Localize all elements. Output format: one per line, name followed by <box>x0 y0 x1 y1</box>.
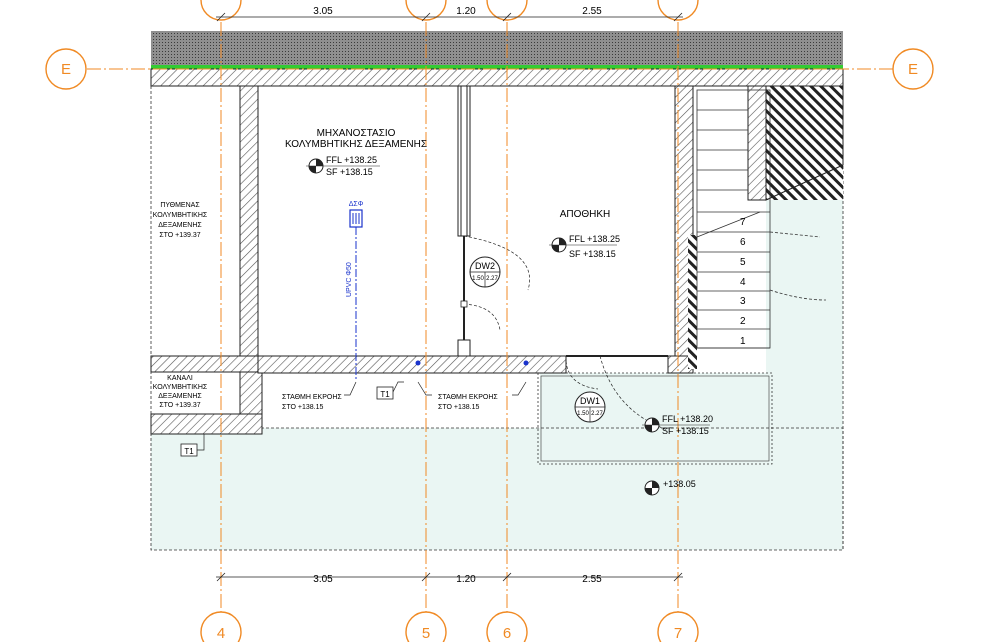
floor-plan: 1 2 3 4 5 6 7 E E 4 5 6 7 3.05 1.20 2.55… <box>45 0 934 642</box>
storage-ffl: FFL +138.25 <box>569 234 620 244</box>
machine-room-label-2: ΚΟΛΥΜΒΗΤΙΚΗΣ ΔΕΞΑΜΕΝΗΣ <box>285 139 427 150</box>
dim-bottom-3: 2.55 <box>582 574 602 585</box>
drain-pipe <box>349 209 529 380</box>
pool-bottom-label-2: ΚΟΛΥΜΒΗΤΙΚΗΣ <box>153 212 208 219</box>
dsf-label: ΔΣΦ <box>349 201 364 208</box>
dw1-sf: SF +138.15 <box>662 426 709 436</box>
stair-step-1: 1 <box>740 336 746 347</box>
dim-top-2: 1.20 <box>456 6 476 17</box>
pool-bottom-label-4: ΣΤΟ +139.37 <box>159 232 200 239</box>
storage-sf: SF +138.15 <box>569 249 616 259</box>
channel-label-3: ΔΕΞΑΜΕΝΗΣ <box>158 393 202 400</box>
level-marker-ground <box>644 480 660 496</box>
stair-step-5: 5 <box>740 257 746 268</box>
machine-room-label-1: ΜΗΧΑΝΟΣΤΑΣΙΟ <box>317 128 396 139</box>
pipe-label: UPVC Φ50 <box>346 262 353 297</box>
dw1-width: 1.50 <box>577 411 589 417</box>
dim-top-1: 3.05 <box>313 6 333 17</box>
axis-5: 5 <box>422 625 430 642</box>
axis-7: 7 <box>674 625 682 642</box>
machine-sf: SF +138.15 <box>326 167 373 177</box>
channel-label-4: ΣΤΟ +139.37 <box>159 402 200 409</box>
dw1-height: 2.27 <box>591 411 603 417</box>
retaining-wall <box>150 31 844 87</box>
stair-step-7: 7 <box>740 217 746 228</box>
dw1-ffl: FFL +138.20 <box>662 414 713 424</box>
stair-step-3: 3 <box>740 296 746 307</box>
axis-4: 4 <box>217 625 225 642</box>
machine-ffl: FFL +138.25 <box>326 155 377 165</box>
ground-level: +138.05 <box>663 479 696 489</box>
door-dw2 <box>460 235 530 340</box>
storage-label: ΑΠΟΘΗΚΗ <box>560 209 611 220</box>
dim-bottom-1: 3.05 <box>313 574 333 585</box>
dw2-width: 1.50 <box>472 276 484 282</box>
channel-label-1: ΚΑΝΑΛΙ <box>167 375 193 382</box>
stair-numbers: 1 2 3 4 5 6 7 <box>740 217 746 347</box>
outlet-2-label-2: ΣΤΟ +138.15 <box>438 404 479 411</box>
dw1-tag-text: DW1 <box>580 396 600 406</box>
pool-bottom-label-3: ΔΕΞΑΜΕΝΗΣ <box>158 222 202 229</box>
outlet-1-label-1: ΣΤΑΘΜΗ ΕΚΡΟΗΣ <box>282 394 342 401</box>
axis-e-left: E <box>61 61 71 78</box>
pool-bottom-label-1: ΠΥΘΜΕΝΑΣ <box>160 202 200 209</box>
dim-bottom-2: 1.20 <box>456 574 476 585</box>
channel-label-2: ΚΟΛΥΜΒΗΤΙΚΗΣ <box>153 384 208 391</box>
dw2-height: 2.27 <box>486 276 498 282</box>
axis-6: 6 <box>503 625 511 642</box>
stair-step-6: 6 <box>740 237 746 248</box>
stair-step-4: 4 <box>740 277 746 288</box>
stair-step-2: 2 <box>740 316 746 327</box>
outlet-2-label-1: ΣΤΑΘΜΗ ΕΚΡΟΗΣ <box>438 394 498 401</box>
dim-top-3: 2.55 <box>582 6 602 17</box>
t1-tag-b-text: T1 <box>184 447 194 456</box>
t1-tag-a-text: T1 <box>380 390 390 399</box>
outlet-1-label-2: ΣΤΟ +138.15 <box>282 404 323 411</box>
dw2-tag-text: DW2 <box>475 261 495 271</box>
axis-e-right: E <box>908 61 918 78</box>
